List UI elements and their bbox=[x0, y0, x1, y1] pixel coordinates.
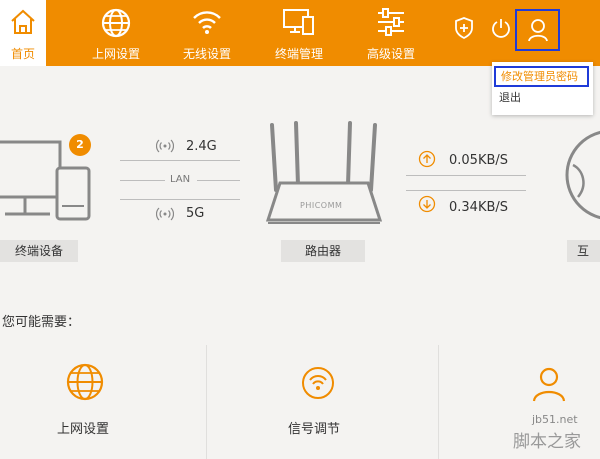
nav-devices[interactable]: 终端管理 bbox=[270, 0, 328, 66]
globe-icon bbox=[100, 7, 132, 43]
suggestion-card-internet[interactable]: 上网设置 bbox=[0, 345, 206, 459]
link-divider bbox=[120, 199, 240, 200]
nav-advanced-label: 高级设置 bbox=[366, 47, 415, 61]
suggestion-label: 信号调节 bbox=[288, 422, 341, 437]
traffic-divider bbox=[406, 175, 526, 176]
band-24-label: 2.4G bbox=[186, 139, 217, 154]
device-count-badge: 2 bbox=[69, 134, 91, 156]
top-nav-bar: 首页 上网设置 无线设置 终端管理 高级设置 bbox=[0, 0, 600, 66]
suggestions-heading: 您可能需要： bbox=[2, 315, 81, 330]
nav-devices-label: 终端管理 bbox=[274, 47, 323, 61]
suggestion-label: 上网设置 bbox=[57, 422, 110, 437]
user-icon bbox=[531, 365, 571, 409]
internet-globe-icon[interactable] bbox=[563, 125, 600, 229]
watermark-name: 脚本之家 bbox=[513, 432, 581, 452]
home-icon bbox=[8, 7, 38, 41]
wireless-5-icon bbox=[155, 206, 175, 225]
router-brand: PHICOMM bbox=[300, 201, 343, 210]
internet-label[interactable]: 互 bbox=[567, 240, 600, 262]
sliders-icon bbox=[375, 7, 407, 41]
power-icon[interactable] bbox=[491, 17, 511, 43]
lan-label: LAN bbox=[170, 174, 191, 185]
suggestion-card-signal[interactable]: 信号调节 bbox=[207, 345, 438, 459]
user-dropdown-menu: 修改管理员密码 退出 bbox=[492, 62, 593, 115]
logout-menu-item[interactable]: 退出 bbox=[492, 89, 593, 107]
router-icon[interactable] bbox=[262, 120, 386, 234]
band-5-label: 5G bbox=[186, 206, 205, 221]
user-icon bbox=[528, 18, 548, 46]
link-divider bbox=[120, 160, 240, 161]
wifi-icon bbox=[191, 7, 223, 41]
nav-wireless[interactable]: 无线设置 bbox=[178, 0, 236, 66]
nav-wireless-label: 无线设置 bbox=[182, 47, 231, 61]
globe-icon bbox=[65, 362, 105, 406]
download-arrow-icon bbox=[418, 195, 436, 217]
nav-home[interactable]: 首页 bbox=[0, 0, 46, 66]
devices-icon bbox=[282, 7, 316, 41]
wireless-24-icon bbox=[155, 138, 175, 157]
user-menu-button[interactable] bbox=[515, 9, 560, 51]
terminal-devices-label[interactable]: 终端设备 bbox=[0, 240, 78, 262]
router-label[interactable]: 路由器 bbox=[281, 240, 365, 262]
lan-line-right bbox=[197, 180, 240, 181]
nav-advanced[interactable]: 高级设置 bbox=[362, 0, 420, 66]
nav-internet[interactable]: 上网设置 bbox=[88, 0, 144, 66]
nav-home-label: 首页 bbox=[10, 47, 35, 61]
nav-internet-label: 上网设置 bbox=[91, 47, 140, 61]
traffic-divider bbox=[406, 190, 526, 191]
download-speed: 0.34KB/S bbox=[449, 200, 509, 215]
watermark-site: jb51.net bbox=[532, 413, 578, 426]
upload-speed: 0.05KB/S bbox=[449, 153, 509, 168]
change-password-menu-item[interactable]: 修改管理员密码 bbox=[494, 66, 589, 87]
lan-line-left bbox=[120, 180, 165, 181]
shield-plus-icon[interactable] bbox=[454, 17, 474, 43]
upload-arrow-icon bbox=[418, 150, 436, 172]
signal-icon bbox=[301, 366, 335, 404]
